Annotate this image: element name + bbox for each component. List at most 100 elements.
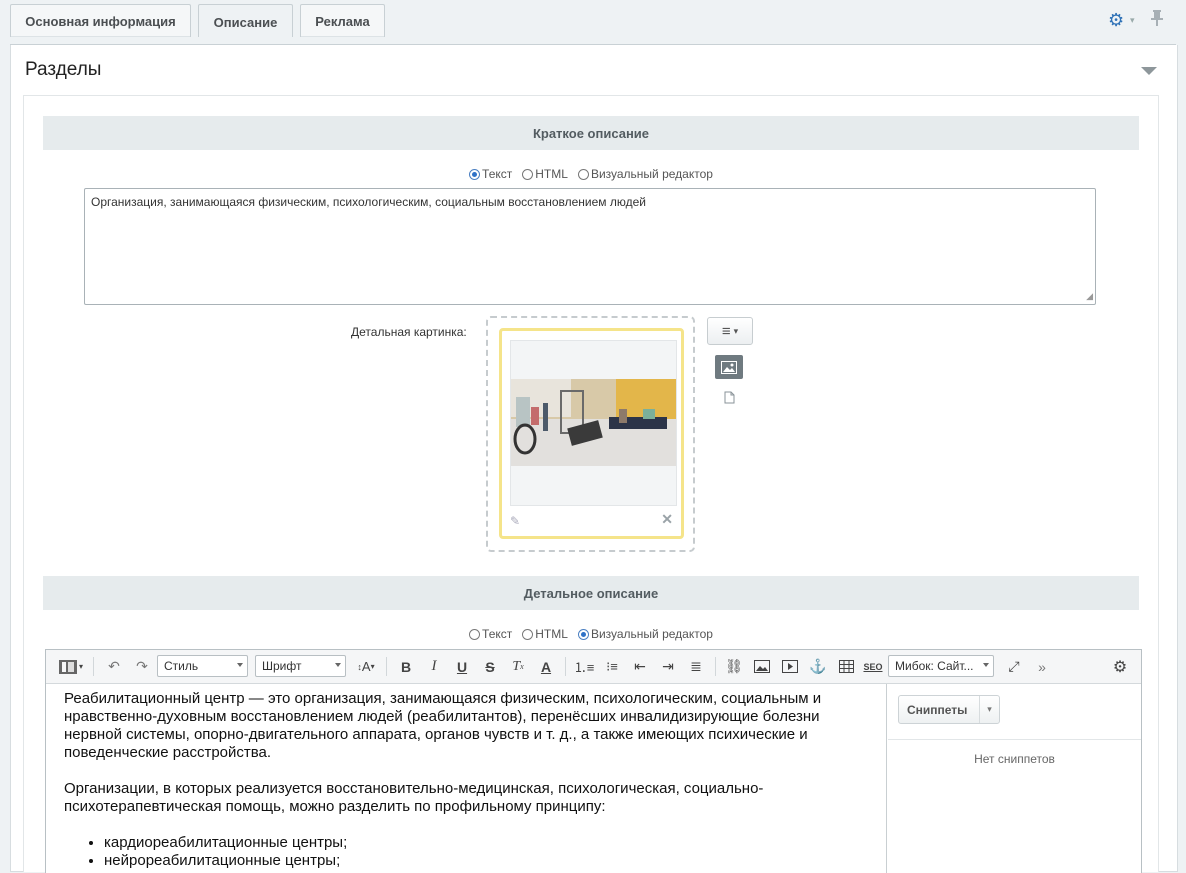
content-paragraph: Организации, в которых реализуется восст…: [64, 780, 764, 815]
gear-icon[interactable]: ⚙: [1108, 10, 1124, 31]
radio-text[interactable]: Текст: [469, 167, 512, 181]
form-body: Краткое описание Текст HTML Визуальный р…: [23, 95, 1159, 873]
radio-text[interactable]: Текст: [469, 627, 512, 641]
clear-format-icon[interactable]: Tx: [506, 650, 530, 683]
tab-advertising[interactable]: Реклама: [300, 4, 385, 37]
undo-icon[interactable]: ↶: [102, 650, 126, 683]
select-value: Мибок: Сайт...: [895, 659, 974, 673]
toolbar-separator: [386, 657, 387, 676]
tab-bar: Основная информация Описание Реклама ⚙ ▾: [0, 0, 1186, 45]
chevron-down-icon: [983, 663, 989, 667]
file-icon[interactable]: [724, 391, 735, 407]
picture-thumbnail[interactable]: [510, 340, 677, 506]
content-paragraph: Реабилитационный центр — это организация…: [64, 690, 822, 761]
visual-editor: ▾ ↶ ↷ Стиль Шрифт ↕ A ▾ B I U S Tx A ⒈≡ ⁝≡…: [45, 649, 1142, 873]
radio-visual[interactable]: Визуальный редактор: [577, 167, 713, 181]
toolbar-separator: [715, 657, 716, 676]
ordered-list-icon[interactable]: ⒈≡: [572, 650, 596, 683]
image-upload-button[interactable]: [715, 355, 743, 379]
chevron-down-icon[interactable]: ▾: [1130, 15, 1135, 26]
short-description-heading: Краткое описание: [43, 116, 1139, 150]
radio-visual[interactable]: Визуальный редактор: [577, 627, 713, 641]
seo-icon[interactable]: SEO: [861, 650, 885, 683]
radio-button[interactable]: [469, 168, 481, 180]
tab-label: Описание: [213, 14, 278, 30]
radio-label: Визуальный редактор: [590, 167, 713, 181]
chevron-down-icon: [237, 663, 243, 667]
resize-handle-icon[interactable]: ◢: [1086, 291, 1093, 302]
fullscreen-icon[interactable]: ⤢: [1002, 650, 1026, 683]
radio-button[interactable]: [522, 628, 534, 640]
picture-menu-button[interactable]: ≡ ▾: [707, 317, 753, 345]
align-icon[interactable]: ≣: [684, 650, 708, 683]
picture-frame: ✎ ✕: [499, 328, 684, 539]
detail-picture-image: [511, 379, 676, 466]
short-description-textarea[interactable]: Организация, занимающаяся физическим, пс…: [84, 188, 1096, 305]
outdent-icon[interactable]: ⇤: [628, 650, 652, 683]
short-description-mode-switch: Текст HTML Визуальный редактор: [24, 167, 1158, 181]
style-select[interactable]: Стиль: [157, 655, 248, 677]
radio-button[interactable]: [577, 168, 589, 180]
snippets-button[interactable]: Сниппеты ▾: [898, 695, 1000, 724]
tab-main-info[interactable]: Основная информация: [10, 4, 191, 37]
radio-button[interactable]: [469, 628, 481, 640]
redo-icon[interactable]: ↷: [130, 650, 154, 683]
insert-image-icon[interactable]: [750, 650, 774, 683]
divider: [888, 739, 1141, 740]
list-item: кардиореабилитационные центры;: [104, 834, 868, 852]
chevron-down-icon: [335, 663, 341, 667]
toolbar-separator: [93, 657, 94, 676]
radio-label: Визуальный редактор: [590, 627, 713, 641]
section-title: Разделы: [25, 59, 102, 80]
insert-video-icon[interactable]: [778, 650, 802, 683]
tab-description[interactable]: Описание: [198, 4, 293, 39]
tab-label: Реклама: [315, 13, 370, 29]
link-icon[interactable]: ⛓: [722, 650, 746, 683]
template-select[interactable]: Мибок: Сайт...: [888, 655, 994, 677]
edit-pencil-icon[interactable]: ✎: [510, 514, 520, 528]
view-mode-icon[interactable]: ▾: [54, 650, 88, 683]
unordered-list-icon[interactable]: ⁝≡: [600, 650, 624, 683]
anchor-icon[interactable]: ⚓: [806, 650, 830, 683]
radio-label: Текст: [482, 167, 513, 181]
radio-label: HTML: [535, 167, 568, 181]
chevron-down-icon: ▾: [733, 325, 739, 336]
menu-lines-icon: ≡: [721, 322, 731, 340]
table-icon[interactable]: [834, 650, 858, 683]
italic-icon[interactable]: I: [422, 650, 446, 683]
underline-icon[interactable]: U: [450, 650, 474, 683]
tab-divider: [10, 37, 1176, 45]
textarea-value: Организация, занимающаяся физическим, пс…: [91, 195, 646, 209]
content-panel: Разделы Краткое описание Текст HTML Визу…: [10, 45, 1178, 873]
editor-toolbar: ▾ ↶ ↷ Стиль Шрифт ↕ A ▾ B I U S Tx A ⒈≡ ⁝≡…: [46, 650, 1141, 684]
select-value: Шрифт: [262, 659, 302, 673]
font-select[interactable]: Шрифт: [255, 655, 346, 677]
radio-button[interactable]: [522, 168, 534, 180]
chevron-down-icon[interactable]: ▾: [979, 696, 999, 723]
snippets-label: Сниппеты: [907, 702, 968, 717]
gear-icon[interactable]: ⚙: [1108, 650, 1132, 683]
font-size-icon[interactable]: ↕ A ▾: [352, 650, 380, 683]
radio-html[interactable]: HTML: [522, 627, 568, 641]
close-icon[interactable]: ✕: [661, 511, 673, 528]
bold-icon[interactable]: B: [394, 650, 418, 683]
image-icon: [721, 360, 737, 374]
radio-button[interactable]: [577, 628, 589, 640]
detail-description-mode-switch: Текст HTML Визуальный редактор: [24, 627, 1158, 641]
editor-content[interactable]: Реабилитационный центр — это организация…: [46, 684, 887, 873]
radio-html[interactable]: HTML: [522, 167, 568, 181]
text-color-icon[interactable]: A: [534, 650, 558, 683]
strikethrough-icon[interactable]: S: [478, 650, 502, 683]
detail-picture-dropzone[interactable]: ✎ ✕: [486, 316, 695, 552]
content-list: кардиореабилитационные центры; нейрореаб…: [64, 834, 868, 870]
select-value: Стиль: [164, 659, 199, 673]
pin-icon[interactable]: [1151, 9, 1163, 31]
detail-description-heading: Детальное описание: [43, 576, 1139, 610]
list-item: нейрореабилитационные центры;: [104, 852, 868, 870]
tab-label: Основная информация: [25, 13, 176, 29]
detail-picture-label: Детальная картинка:: [351, 325, 467, 339]
radio-label: HTML: [535, 627, 568, 641]
more-icon[interactable]: »: [1030, 650, 1054, 683]
collapse-icon[interactable]: [1141, 67, 1157, 75]
indent-icon[interactable]: ⇥: [656, 650, 680, 683]
